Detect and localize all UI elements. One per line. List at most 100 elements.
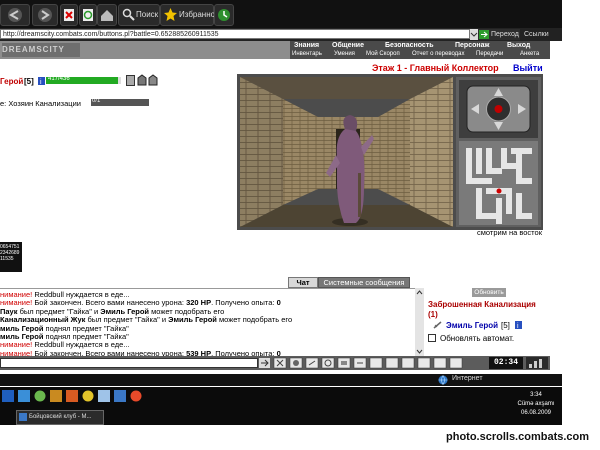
clock-day: Сümə axşamı (517, 401, 555, 407)
nav-inventory[interactable]: Инвентарь (292, 50, 322, 58)
left-panel: Герой [5] i 417/436 е: Хозяин Канализаци… (0, 59, 235, 277)
player-name[interactable]: Герой (0, 77, 23, 86)
go-arrow-icon (479, 30, 489, 39)
taskbar-window-title: Бойцовский клуб - М... (29, 414, 92, 420)
chat-scrollbar[interactable] (415, 288, 424, 356)
counter-block: 0654751 2342689 11535 (0, 242, 22, 272)
location-title: Этаж 1 - Главный Коллектор (372, 63, 499, 73)
send-arrow-icon[interactable] (259, 358, 270, 368)
exit-link[interactable]: Выйти (513, 63, 543, 73)
nav-security[interactable]: Безопасность (385, 42, 434, 50)
connection-icon (526, 357, 548, 369)
chat-tools (272, 357, 484, 369)
auto-refresh-checkbox[interactable] (428, 334, 436, 342)
quicklaunch-icons[interactable] (2, 389, 152, 403)
clock-date: 06.08.2009 (520, 410, 552, 416)
tab-chat-label: Чат (296, 278, 310, 287)
go-label: Переход (491, 31, 519, 38)
nav-knowledge[interactable]: Знания (294, 42, 319, 50)
info-icon[interactable]: i (38, 77, 45, 85)
chat-log[interactable]: нимание! Reddbull нуждается в еде... нима… (0, 288, 424, 358)
chat-input[interactable] (0, 358, 258, 368)
nav-transfers[interactable]: Передачи (476, 50, 503, 58)
forward-arrow-icon (38, 8, 52, 22)
chevron-down-icon (470, 32, 478, 37)
hp-bar-empty (118, 77, 121, 84)
nav-my-scroll[interactable]: Мой Скороп (366, 50, 400, 58)
direction-control[interactable] (459, 80, 538, 138)
links-label: Ссылки (524, 31, 549, 38)
helmet-icon (137, 74, 147, 86)
home-icon (101, 10, 113, 21)
member-level: [5] (501, 321, 510, 330)
game-header: DREAMSCITY Знания Общение Безопасность П… (0, 41, 550, 59)
address-dropdown[interactable] (470, 29, 478, 40)
dungeon-scene-image (240, 77, 453, 227)
links-button[interactable]: Ссылки (524, 29, 562, 40)
stop-button[interactable] (60, 4, 78, 26)
back-button[interactable] (0, 4, 30, 26)
go-button[interactable]: Переход (478, 29, 520, 40)
dungeon-map[interactable] (459, 141, 538, 225)
refresh-people-label: Обновить (474, 289, 504, 296)
refresh-people-button[interactable]: Обновить (472, 288, 506, 297)
nav-skills[interactable]: Умения (334, 50, 355, 58)
search-icon (122, 8, 135, 21)
tab-chat[interactable]: Чат (288, 277, 318, 288)
nav-profile[interactable]: Анкета (520, 50, 539, 58)
armor-icon (148, 74, 158, 86)
forward-button[interactable] (32, 4, 58, 26)
taskbar: Бойцовский клуб - М... 3:34 Сümə axşamı … (0, 387, 562, 425)
system-clock[interactable]: 3:34 Сümə axşamı 06.08.2009 (510, 389, 562, 423)
player-level: [5] (24, 77, 34, 86)
shield-icon (126, 75, 135, 86)
game-logo: DREAMSCITY (2, 43, 80, 57)
panel-location-count: (1) (428, 310, 438, 319)
target-bar: 0/1 (91, 98, 149, 106)
tab-system-messages[interactable]: Системные сообщения (318, 277, 410, 288)
chat-tabs: Чат Системные сообщения (0, 277, 424, 288)
target-label: е: Хозяин Канализации (0, 99, 81, 108)
chat-input-bar: 02:34 (0, 356, 550, 370)
search-label: Поиск (136, 10, 159, 19)
taskbar-window-button[interactable]: Бойцовский клуб - М... (16, 410, 104, 425)
nav-exit[interactable]: Выход (507, 42, 530, 50)
home-button[interactable] (97, 4, 117, 26)
status-zone: Интернет (452, 375, 483, 382)
member-name[interactable]: Эмиль Герой (446, 321, 498, 330)
hp-text: 417/436 (48, 76, 70, 82)
address-row: http://dreamscity.combats.com/buttons.pl… (0, 28, 562, 41)
game-clock: 02:34 (489, 357, 523, 369)
nav-communication[interactable]: Общение (332, 42, 364, 50)
chat-name[interactable]: Эмиль Герой (168, 315, 217, 324)
sword-icon (433, 321, 442, 329)
window-icon (19, 413, 27, 421)
chat-exp[interactable]: 0 (277, 298, 281, 307)
stop-icon (64, 9, 74, 21)
refresh-icon (83, 9, 93, 21)
watermark: photo.scrolls.combats.com (446, 431, 590, 443)
address-input[interactable]: http://dreamscity.combats.com/buttons.pl… (0, 29, 470, 39)
member-info-icon[interactable]: i (515, 321, 522, 329)
history-icon (218, 9, 230, 21)
history-button[interactable] (214, 4, 234, 26)
dungeon-view-frame (237, 74, 543, 230)
chat-text: может подобрать его (216, 315, 293, 325)
nav-transfer-report[interactable]: Отчет о переводах (412, 50, 465, 58)
panel-location-name: Заброшенная Канализация (428, 300, 536, 309)
refresh-button[interactable] (79, 4, 97, 26)
tab-system-label: Системные сообщения (323, 278, 405, 287)
back-arrow-icon (8, 8, 22, 22)
player-position-marker (496, 188, 502, 194)
counter-3: 11535 (0, 256, 14, 262)
browser-toolbar: Поиск Избранное (0, 0, 562, 28)
favorites-button[interactable]: Избранное (160, 4, 220, 26)
scroll-arrows-icon (416, 290, 423, 354)
target-count: 0/1 (92, 98, 101, 104)
star-icon (164, 8, 177, 21)
nav-character[interactable]: Персонаж (455, 42, 489, 50)
browser-status-bar: Интернет (0, 374, 562, 386)
dungeon-3d-view[interactable] (240, 77, 453, 227)
globe-icon (438, 375, 448, 385)
search-button[interactable]: Поиск (118, 4, 160, 26)
